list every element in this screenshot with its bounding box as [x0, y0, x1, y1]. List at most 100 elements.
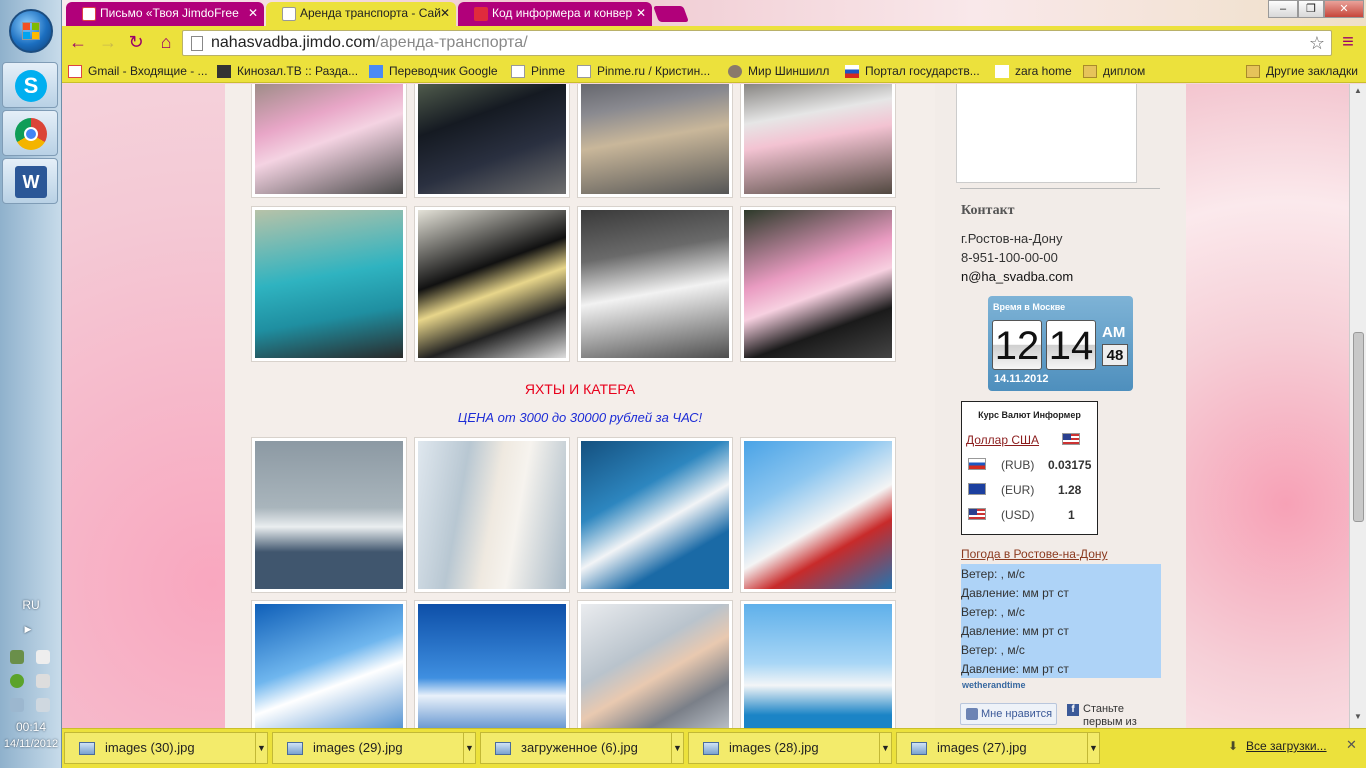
show-hidden-icons-icon[interactable]: ▶ — [18, 624, 38, 635]
new-tab-button[interactable] — [653, 6, 689, 22]
bookmark-chinchilla[interactable]: Мир Шиншилл — [728, 64, 829, 78]
download-menu-chevron-icon[interactable]: ▼ — [1087, 733, 1099, 763]
currency-value-usd: 1 — [1068, 508, 1075, 522]
photo-couple-marina[interactable] — [414, 437, 570, 593]
scroll-up-icon[interactable]: ▲ — [1354, 86, 1362, 95]
close-download-shelf-icon[interactable]: ✕ — [1346, 737, 1357, 753]
vertical-scrollbar[interactable]: ▲ ▼ — [1349, 84, 1366, 728]
forward-arrow-icon[interactable]: → — [98, 32, 118, 52]
photo-couple-yacht[interactable] — [577, 600, 733, 728]
volume-icon[interactable] — [36, 698, 50, 712]
minimize-button[interactable]: ‒ — [1268, 0, 1298, 18]
bookmark-label: Переводчик Google — [389, 64, 498, 78]
taskbar-word[interactable]: W — [2, 158, 58, 204]
moscow-clock-widget[interactable]: Время в Москве 12 14 AM 48 14.11.2012 — [988, 296, 1133, 391]
photo-black-chrysler[interactable] — [414, 84, 570, 198]
tab-informer-code[interactable]: Код информера и конвер ✕ — [458, 2, 652, 26]
bookmark-pinme[interactable]: Pinme — [511, 64, 565, 78]
network-status-icon[interactable] — [10, 650, 24, 664]
facebook-like-button[interactable]: Мне нравится — [960, 703, 1057, 725]
photo-bride-boat[interactable] — [740, 437, 896, 593]
clock-date[interactable]: 14/11/2012 — [0, 738, 62, 750]
bookmark-gmail[interactable]: Gmail - Входящие - ... — [68, 64, 208, 78]
scroll-down-icon[interactable]: ▼ — [1354, 712, 1362, 721]
tray-app-icon[interactable] — [10, 674, 24, 688]
photo-luxury-yacht[interactable] — [740, 600, 896, 728]
start-button[interactable] — [9, 9, 53, 53]
bookmark-pinme-kristina[interactable]: Pinme.ru / Кристин... — [577, 64, 710, 78]
download-menu-chevron-icon[interactable]: ▼ — [255, 733, 267, 763]
bookmark-gosuslugi[interactable]: Портал государств... — [845, 64, 980, 78]
close-tab-icon[interactable]: ✕ — [636, 6, 646, 20]
weather-brand-logo[interactable]: wetherandtime — [962, 680, 1026, 690]
photo-pink-retro-car[interactable] — [251, 84, 407, 198]
close-tab-icon[interactable]: ✕ — [440, 6, 450, 20]
close-window-button[interactable]: ✕ — [1324, 0, 1364, 18]
url-path: /аренда-транспорта/ — [375, 34, 528, 51]
weather-pressure-line: Давление: мм рт ст — [961, 662, 1069, 676]
bookmark-label: Другие закладки — [1266, 64, 1358, 78]
download-menu-chevron-icon[interactable]: ▼ — [463, 733, 475, 763]
home-icon[interactable]: ⌂ — [156, 32, 176, 52]
download-menu-chevron-icon[interactable]: ▼ — [671, 733, 683, 763]
close-tab-icon[interactable]: ✕ — [248, 6, 258, 20]
bookmark-label: Gmail - Входящие - ... — [88, 64, 208, 78]
clock-date-label: 14.11.2012 — [994, 373, 1049, 385]
photo-sailboat[interactable] — [251, 600, 407, 728]
clock-time[interactable]: 00:14 — [0, 720, 62, 734]
photo-stretch-limo-hummer[interactable] — [577, 84, 733, 198]
download-item[interactable]: загруженное (6).jpg ▼ — [480, 732, 684, 764]
informer-favicon-icon — [474, 7, 488, 21]
bookmark-kinozal[interactable]: Кинозал.ТВ :: Разда... — [217, 64, 358, 78]
bookmark-label: Pinme.ru / Кристин... — [597, 64, 711, 78]
bookmark-star-icon[interactable]: ☆ — [1309, 31, 1325, 55]
page-icon — [511, 65, 525, 78]
download-item[interactable]: images (30).jpg ▼ — [64, 732, 268, 764]
weather-link[interactable]: Погода в Ростове-на-Дону — [961, 547, 1108, 561]
photo-turquoise-fiat[interactable] — [251, 206, 407, 362]
image-file-icon — [79, 742, 95, 755]
download-item[interactable]: images (27).jpg ▼ — [896, 732, 1100, 764]
usb-device-icon[interactable] — [36, 674, 50, 688]
tab-strip: Письмо «Твоя JimdoFree ✕ Аренда транспор… — [62, 0, 1366, 26]
download-shelf: images (30).jpg ▼ images (29).jpg ▼ загруж… — [62, 728, 1366, 768]
language-indicator[interactable]: RU — [0, 598, 62, 612]
address-bar[interactable]: nahasvadba.jimdo.com/аренда-транспорта/ … — [182, 30, 1332, 56]
tab-transport-rental[interactable]: Аренда транспорта - Сай ✕ — [266, 2, 456, 26]
download-menu-chevron-icon[interactable]: ▼ — [879, 733, 891, 763]
maximize-button[interactable]: ❐ — [1298, 0, 1324, 18]
back-arrow-icon[interactable]: ← — [68, 32, 88, 52]
weather-widget: Ветер: , м/с Давление: мм рт ст Ветер: ,… — [961, 564, 1161, 678]
monitor-icon[interactable] — [10, 698, 24, 712]
photo-white-yacht[interactable] — [251, 437, 407, 593]
bookmark-zara-home[interactable]: zara home — [995, 64, 1072, 78]
chrome-icon — [15, 118, 47, 150]
photo-black-toyota-flowers[interactable] — [414, 206, 570, 362]
all-downloads-link[interactable]: Все загрузки... — [1246, 739, 1327, 753]
scrollbar-thumb[interactable] — [1353, 332, 1364, 522]
weather-wind-line: Ветер: , м/с — [961, 567, 1025, 581]
taskbar-chrome[interactable] — [2, 110, 58, 156]
photo-motor-yacht[interactable] — [414, 600, 570, 728]
download-item[interactable]: images (29).jpg ▼ — [272, 732, 476, 764]
chrome-menu-icon[interactable]: ≡ — [1338, 32, 1358, 52]
photo-white-chrysler-limo[interactable] — [577, 206, 733, 362]
word-icon: W — [15, 166, 47, 198]
photo-white-limo-hearts[interactable] — [740, 84, 896, 198]
download-item[interactable]: images (28).jpg ▼ — [688, 732, 892, 764]
contact-email[interactable]: n@ha_svadba.com — [961, 269, 1073, 284]
bookmark-google-translate[interactable]: Переводчик Google — [369, 64, 498, 78]
currency-code-usd: (USD) — [1001, 508, 1035, 522]
photo-speedboat[interactable] — [577, 437, 733, 593]
currency-base-link[interactable]: Доллар США — [966, 433, 1039, 447]
taskbar-skype[interactable]: S — [2, 62, 58, 108]
tab-gmail-letter[interactable]: Письмо «Твоя JimdoFree ✕ — [66, 2, 264, 26]
contact-city: г.Ростов-на-Дону — [961, 231, 1063, 246]
contact-heading: Контакт — [961, 203, 1015, 218]
reload-icon[interactable]: ↻ — [126, 32, 146, 52]
action-center-flag-icon[interactable] — [36, 650, 50, 664]
facebook-first-text: f Станьте первым из — [1067, 703, 1157, 728]
bookmark-folder-diplom[interactable]: диплом — [1083, 64, 1145, 78]
other-bookmarks[interactable]: Другие закладки — [1246, 64, 1358, 78]
photo-black-car-pink-flowers[interactable] — [740, 206, 896, 362]
